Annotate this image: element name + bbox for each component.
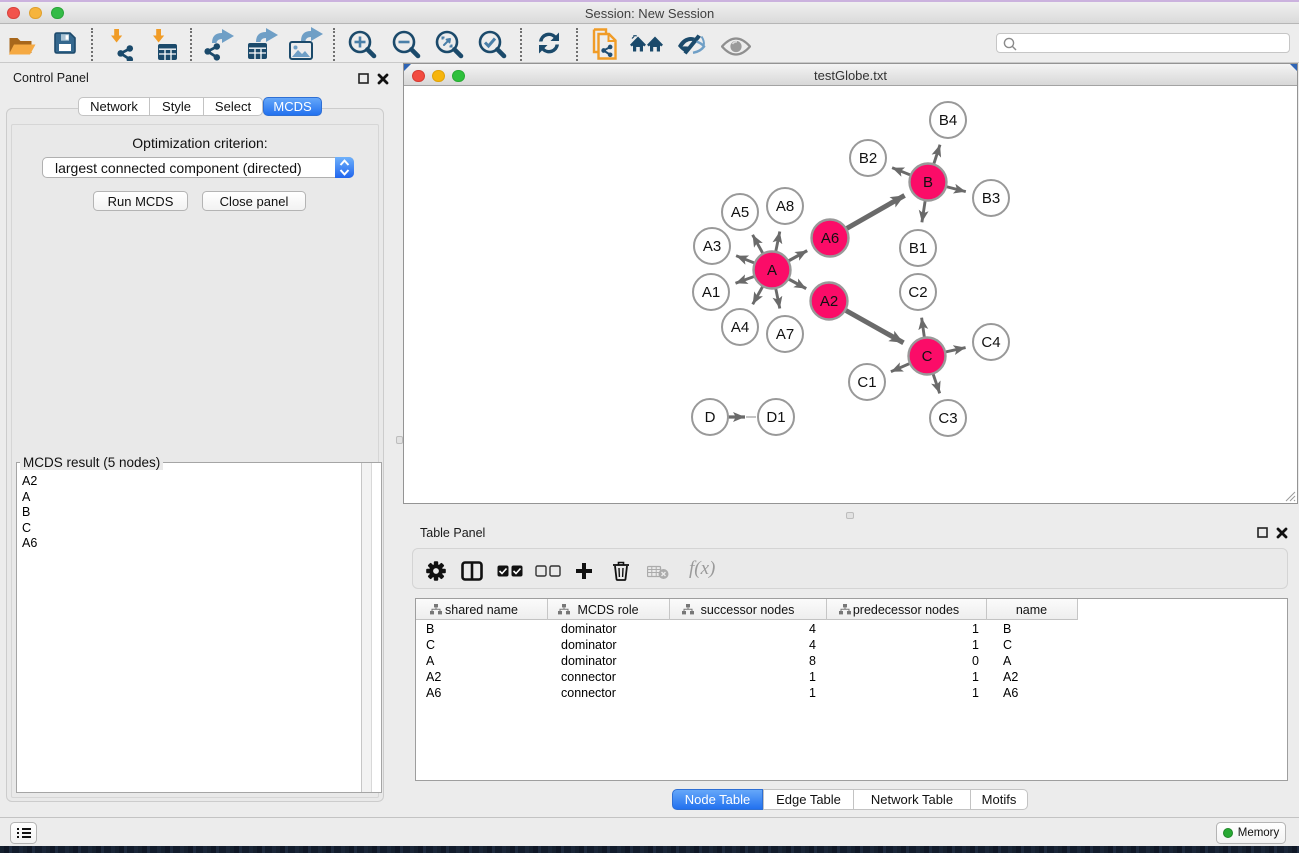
svg-text:C3: C3 <box>938 410 957 427</box>
svg-text:D1: D1 <box>766 409 785 426</box>
svg-text:C: C <box>922 348 933 365</box>
svg-text:A8: A8 <box>776 198 794 215</box>
svg-text:A3: A3 <box>703 238 721 255</box>
svg-text:A4: A4 <box>731 319 749 336</box>
svg-text:C1: C1 <box>857 374 876 391</box>
svg-text:B4: B4 <box>939 112 957 129</box>
svg-text:D: D <box>705 409 716 426</box>
svg-text:A5: A5 <box>731 204 749 221</box>
svg-text:B1: B1 <box>909 240 927 257</box>
svg-text:B: B <box>923 174 933 191</box>
svg-text:A2: A2 <box>820 293 838 310</box>
svg-text:A6: A6 <box>821 230 839 247</box>
svg-text:A7: A7 <box>776 326 794 343</box>
svg-text:B2: B2 <box>859 150 877 167</box>
svg-text:B3: B3 <box>982 190 1000 207</box>
svg-text:A: A <box>767 262 777 279</box>
svg-text:C2: C2 <box>908 284 927 301</box>
svg-text:C4: C4 <box>981 334 1000 351</box>
svg-text:A1: A1 <box>702 284 720 301</box>
